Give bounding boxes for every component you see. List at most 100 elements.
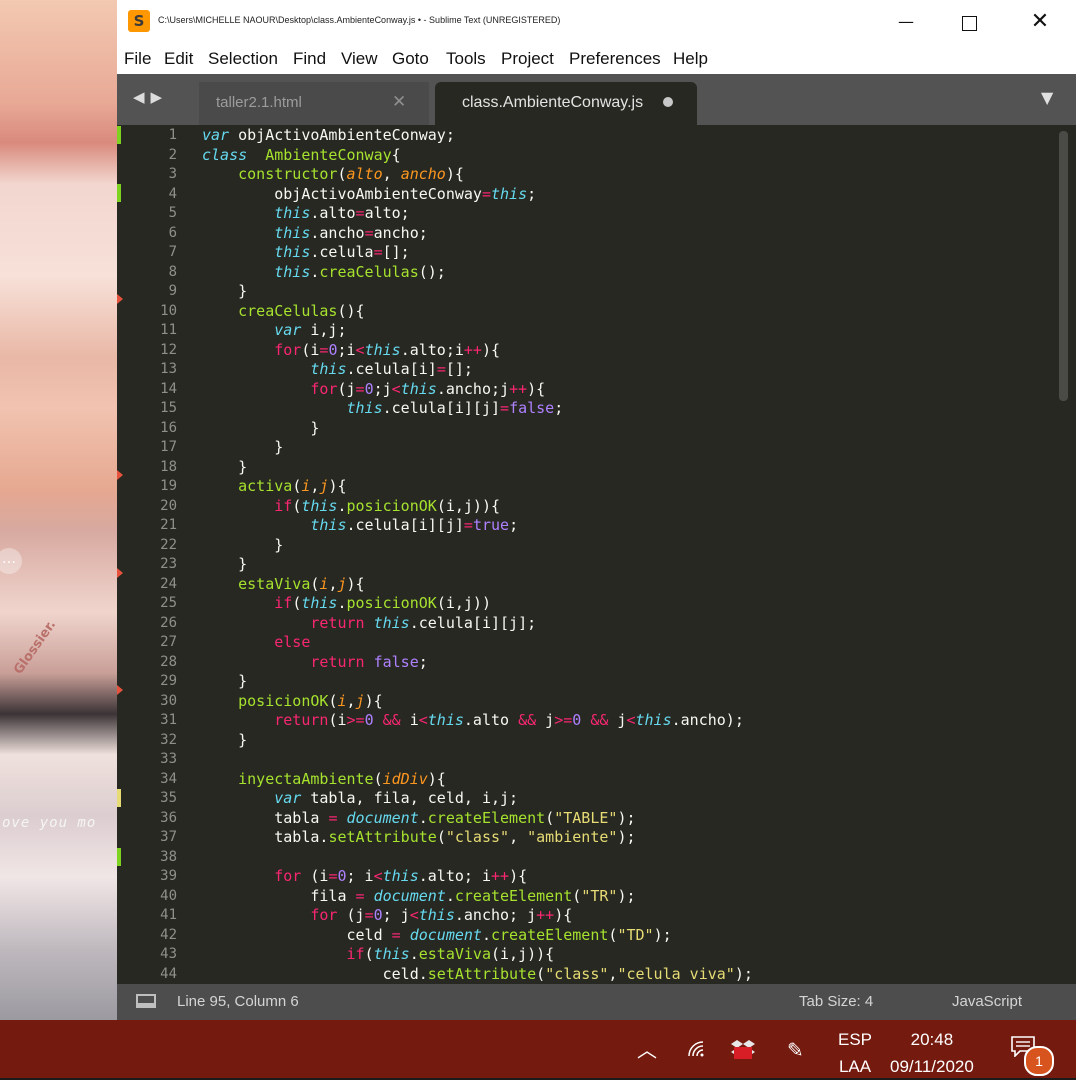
code-line[interactable]: celd.setAttribute("class","celula viva")… <box>202 965 1046 985</box>
line-number: 7 <box>168 244 177 260</box>
line-number: 5 <box>168 205 177 221</box>
code-line[interactable]: celd = document.createElement("TD"); <box>202 926 1046 946</box>
code-line[interactable]: class AmbienteConway{ <box>202 146 1046 166</box>
menu-help[interactable]: Help <box>673 49 708 69</box>
line-number: 12 <box>160 341 177 358</box>
code-line[interactable]: } <box>202 536 1046 556</box>
code-line[interactable]: for(i=0;i<this.alto;i++){ <box>202 341 1046 361</box>
code-line[interactable]: } <box>202 282 1046 302</box>
code-line[interactable]: this.celula[i]=[]; <box>202 360 1046 380</box>
code-line[interactable]: if(this.posicionOK(i,j)) <box>202 594 1046 614</box>
syntax-selector[interactable]: JavaScript <box>952 993 1022 1010</box>
menu-selection[interactable]: Selection <box>208 49 278 69</box>
code-editor[interactable]: 1 2 3 4 5 6 7 8 9 10 11 12 13 14 15 16 17 18 19 20 21 22 23 24 2… <box>117 125 1076 984</box>
code-line[interactable]: constructor(alto, ancho){ <box>202 165 1046 185</box>
show-hidden-icons-chevron-icon[interactable]: ︿ <box>637 1034 657 1063</box>
taskbar-clock[interactable]: 20:48 09/11/2020 <box>890 1026 974 1080</box>
code-line[interactable]: var objActivoAmbienteConway; <box>202 126 1046 146</box>
code-line[interactable]: } <box>202 438 1046 458</box>
code-line[interactable]: var i,j; <box>202 321 1046 341</box>
maximize-button[interactable] <box>946 0 992 44</box>
code-line[interactable]: if(this.posicionOK(i,j)){ <box>202 497 1046 517</box>
code-line[interactable] <box>202 848 1046 868</box>
code-line[interactable]: this.celula[i][j]=true; <box>202 516 1046 536</box>
code-line[interactable]: this.celula[i][j]=false; <box>202 399 1046 419</box>
code-line[interactable]: estaViva(i,j){ <box>202 575 1046 595</box>
tab-taller2-1-html[interactable]: taller2.1.html ✕ <box>199 82 429 125</box>
code-line[interactable]: fila = document.createElement("TR"); <box>202 887 1046 907</box>
tab-list-dropdown-icon[interactable]: ▼ <box>1041 88 1053 107</box>
tab-navigation-arrows-icon[interactable]: ◀▶ <box>133 88 168 106</box>
menu-file[interactable]: File <box>124 49 151 69</box>
menu-bar: File Edit Selection Find View Goto Tools… <box>117 44 1076 74</box>
code-line[interactable]: tabla = document.createElement("TABLE"); <box>202 809 1046 829</box>
tab-close-icon[interactable]: ✕ <box>392 92 406 112</box>
panel-toggle-icon[interactable] <box>136 994 156 1008</box>
dropbox-icon[interactable] <box>731 1038 755 1060</box>
code-line[interactable]: } <box>202 731 1046 751</box>
code-line[interactable]: activa(i,j){ <box>202 477 1046 497</box>
menu-preferences[interactable]: Preferences <box>569 49 661 69</box>
code-line[interactable]: objActivoAmbienteConway=this; <box>202 185 1046 205</box>
network-icon[interactable] <box>687 1040 707 1063</box>
tab-size-selector[interactable]: Tab Size: 4 <box>799 993 873 1010</box>
code-line[interactable]: } <box>202 555 1046 575</box>
code-line[interactable]: if(this.estaViva(i,j)){ <box>202 945 1046 965</box>
code-line[interactable]: this.ancho=ancho; <box>202 224 1046 244</box>
desktop-wallpaper: … Glossier. ove you mo <box>0 0 118 1020</box>
tab-class-ambienteconway-js[interactable]: class.AmbienteConway.js <box>435 82 697 125</box>
code-line[interactable]: return(i>=0 && i<this.alto && j>=0 && j<… <box>202 711 1046 731</box>
menu-goto[interactable]: Goto <box>392 49 429 69</box>
code-line[interactable]: return this.celula[i][j]; <box>202 614 1046 634</box>
code-line[interactable]: } <box>202 458 1046 478</box>
code-line[interactable]: else <box>202 633 1046 653</box>
code-line[interactable]: } <box>202 419 1046 439</box>
code-line[interactable]: var tabla, fila, celd, i,j; <box>202 789 1046 809</box>
line-number: 11 <box>160 322 177 338</box>
code-line[interactable]: creaCelulas(){ <box>202 302 1046 322</box>
code-line[interactable]: } <box>202 672 1046 692</box>
code-line[interactable]: this.creaCelulas(); <box>202 263 1046 283</box>
line-number: 1 <box>168 127 177 143</box>
keyboard-layout: LAA <box>838 1057 872 1076</box>
title-bar[interactable]: S C:\Users\MICHELLE NAOUR\Desktop\class.… <box>117 0 1076 44</box>
line-number: 38 <box>160 848 177 865</box>
code-line[interactable]: this.celula=[]; <box>202 243 1046 263</box>
code-line[interactable] <box>202 750 1046 770</box>
input-language-indicator[interactable]: ESP LAA <box>838 1026 872 1080</box>
line-number: 34 <box>160 770 177 787</box>
line-number: 3 <box>168 166 177 182</box>
code-line[interactable]: for(j=0;j<this.ancho;j++){ <box>202 380 1046 400</box>
code-text[interactable]: var objActivoAmbienteConway; class Ambien… <box>202 126 1046 984</box>
menu-tools[interactable]: Tools <box>446 49 486 69</box>
line-number: 27 <box>160 634 177 650</box>
line-number: 6 <box>168 224 177 241</box>
menu-find[interactable]: Find <box>293 49 326 69</box>
line-number: 33 <box>160 751 177 767</box>
code-line[interactable]: for (j=0; j<this.ancho; j++){ <box>202 906 1046 926</box>
deleted-line-marker <box>117 568 123 578</box>
code-line[interactable]: this.alto=alto; <box>202 204 1046 224</box>
tab-label: taller2.1.html <box>216 94 302 111</box>
code-line[interactable]: for (i=0; i<this.alto; i++){ <box>202 867 1046 887</box>
menu-edit[interactable]: Edit <box>164 49 193 69</box>
line-number: 21 <box>160 517 177 533</box>
vertical-scrollbar[interactable] <box>1059 131 1068 401</box>
status-bar: Line 95, Column 6 Tab Size: 4 JavaScript <box>117 984 1076 1020</box>
line-number: 37 <box>160 829 177 845</box>
unsaved-dot-icon[interactable] <box>663 97 673 107</box>
wallpaper-overlay-text: ove you mo <box>2 815 97 831</box>
line-number: 2 <box>168 146 177 163</box>
line-number: 18 <box>160 458 177 475</box>
minimize-button[interactable]: — <box>883 0 929 44</box>
language-code: ESP <box>838 1030 873 1049</box>
menu-view[interactable]: View <box>341 49 378 69</box>
line-number: 36 <box>160 809 177 826</box>
code-line[interactable]: posicionOK(i,j){ <box>202 692 1046 712</box>
menu-project[interactable]: Project <box>501 49 554 69</box>
pen-icon[interactable]: ✎ <box>787 1038 804 1062</box>
close-button[interactable]: ✕ <box>1017 0 1063 44</box>
code-line[interactable]: return false; <box>202 653 1046 673</box>
code-line[interactable]: tabla.setAttribute("class", "ambiente"); <box>202 828 1046 848</box>
code-line[interactable]: inyectaAmbiente(idDiv){ <box>202 770 1046 790</box>
